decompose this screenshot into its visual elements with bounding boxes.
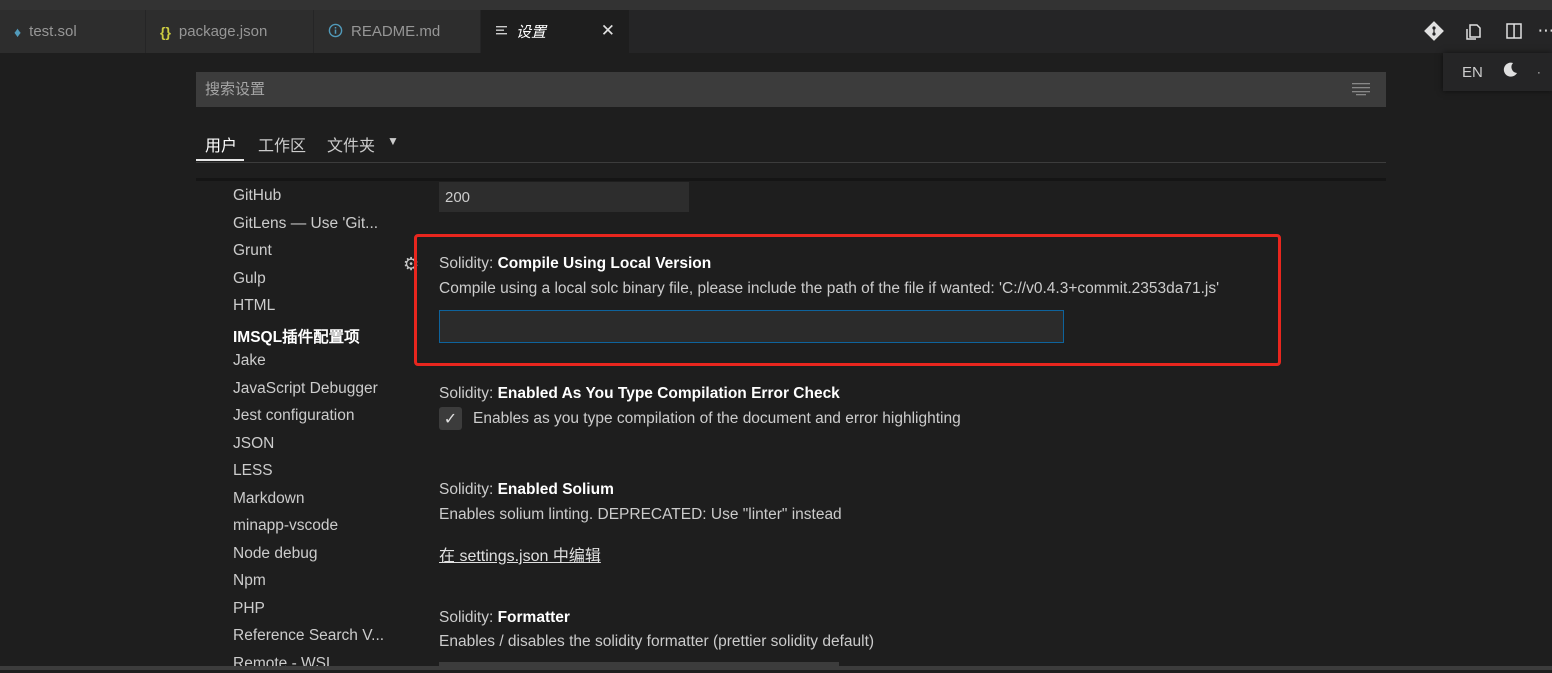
scroll-shadow bbox=[196, 178, 1386, 181]
tab-package-json[interactable]: {} package.json bbox=[146, 10, 314, 53]
tab-settings[interactable]: 设置 ✕ bbox=[481, 10, 630, 53]
dots-icon[interactable]: · bbox=[1537, 65, 1541, 79]
setting-name: Compile Using Local Version bbox=[497, 255, 712, 272]
highlight-box bbox=[414, 234, 1281, 366]
toc-item[interactable]: Jake bbox=[233, 352, 266, 370]
language-label[interactable]: EN bbox=[1462, 64, 1483, 81]
toc-item[interactable]: Grunt bbox=[233, 242, 272, 260]
editor-tab-bar: ♦ test.sol {} package.json README.md 设置 … bbox=[0, 10, 1552, 53]
setting-category: Solidity: bbox=[439, 255, 498, 272]
setting-category: Solidity: bbox=[439, 385, 498, 402]
settings-search bbox=[196, 72, 1386, 107]
solidity-icon: ♦ bbox=[14, 23, 22, 40]
toc-item[interactable]: LESS bbox=[233, 462, 273, 480]
setting-name: Enabled Solium bbox=[497, 481, 614, 498]
toc-item[interactable]: Markdown bbox=[233, 490, 305, 508]
toc-item[interactable]: JavaScript Debugger bbox=[233, 380, 378, 398]
setting-category: Solidity: bbox=[439, 481, 498, 498]
toc-item[interactable]: JSON bbox=[233, 435, 274, 453]
compile-error-check-checkbox[interactable]: ✓ bbox=[439, 407, 462, 430]
toc-item[interactable]: minapp-vscode bbox=[233, 517, 338, 535]
number-value: 200 bbox=[445, 188, 471, 206]
chevron-down-icon[interactable]: ▼ bbox=[387, 134, 399, 148]
language-popup: EN · bbox=[1443, 53, 1552, 91]
setting-description: Enables / disables the solidity formatte… bbox=[439, 633, 875, 650]
toc-item[interactable]: Gulp bbox=[233, 270, 266, 288]
git-compare-icon[interactable] bbox=[1423, 20, 1445, 42]
edit-in-settings-json-link[interactable]: 在 settings.json 中编辑 bbox=[439, 542, 601, 566]
more-actions-icon[interactable]: ⋯ bbox=[1538, 20, 1552, 42]
tab-folder[interactable]: 文件夹 bbox=[327, 132, 375, 156]
setting-name: Enabled As You Type Compilation Error Ch… bbox=[497, 385, 840, 402]
setting-title: Solidity: Enabled As You Type Compilatio… bbox=[439, 385, 840, 403]
close-icon[interactable]: ✕ bbox=[601, 21, 615, 41]
toc-item[interactable]: Reference Search V... bbox=[233, 627, 384, 645]
tab-label: package.json bbox=[178, 23, 268, 40]
settings-doc-icon bbox=[495, 24, 508, 40]
setting-description: Enables as you type compilation of the d… bbox=[473, 410, 961, 427]
tab-label: test.sol bbox=[29, 23, 77, 40]
tab-readme-md[interactable]: README.md bbox=[314, 10, 481, 53]
info-icon bbox=[328, 23, 343, 41]
bottom-strip bbox=[0, 666, 1552, 670]
toc-item-selected[interactable]: IMSQL插件配置项 bbox=[233, 325, 360, 347]
compile-local-version-input[interactable] bbox=[439, 310, 1064, 343]
moon-icon[interactable] bbox=[1501, 61, 1519, 83]
split-editor-icon[interactable] bbox=[1503, 20, 1525, 42]
checkmark-icon: ✓ bbox=[443, 410, 458, 428]
setting-description: Compile using a local solc binary file, … bbox=[439, 280, 1220, 297]
toc-item[interactable]: Node debug bbox=[233, 545, 317, 563]
toc-item[interactable]: HTML bbox=[233, 297, 275, 315]
json-braces-icon: {} bbox=[160, 23, 171, 40]
toc-item[interactable]: Jest configuration bbox=[233, 407, 355, 425]
number-input[interactable]: 200 bbox=[439, 182, 689, 212]
search-input[interactable] bbox=[203, 80, 1307, 99]
tab-workspace[interactable]: 工作区 bbox=[258, 132, 306, 156]
toc-item[interactable]: Npm bbox=[233, 572, 266, 590]
open-preview-icon[interactable] bbox=[1463, 20, 1485, 42]
setting-name: Formatter bbox=[497, 609, 570, 626]
filter-list-icon[interactable] bbox=[1352, 82, 1370, 96]
tab-user[interactable]: 用户 bbox=[205, 132, 237, 156]
setting-title: Solidity: Enabled Solium bbox=[439, 481, 614, 499]
toc-item[interactable]: Remote - WSL bbox=[233, 655, 335, 673]
setting-category: Solidity: bbox=[439, 609, 498, 626]
window-top-strip bbox=[0, 0, 1552, 10]
setting-description: Enables solium linting. DEPRECATED: Use … bbox=[439, 506, 842, 523]
toc-item[interactable]: GitLens — Use 'Git... bbox=[233, 215, 378, 233]
tab-test-sol[interactable]: ♦ test.sol bbox=[0, 10, 146, 53]
tab-label: 设置 bbox=[516, 24, 547, 41]
setting-title: Solidity: Formatter bbox=[439, 609, 570, 627]
settings-scope-tabs: 用户 工作区 文件夹 ▼ bbox=[196, 126, 1386, 163]
toc-item[interactable]: GitHub bbox=[233, 187, 281, 205]
setting-title: Solidity: Compile Using Local Version bbox=[439, 255, 711, 273]
toc-item[interactable]: PHP bbox=[233, 600, 265, 618]
tab-label: README.md bbox=[351, 23, 441, 40]
active-tab-underline bbox=[196, 159, 244, 161]
